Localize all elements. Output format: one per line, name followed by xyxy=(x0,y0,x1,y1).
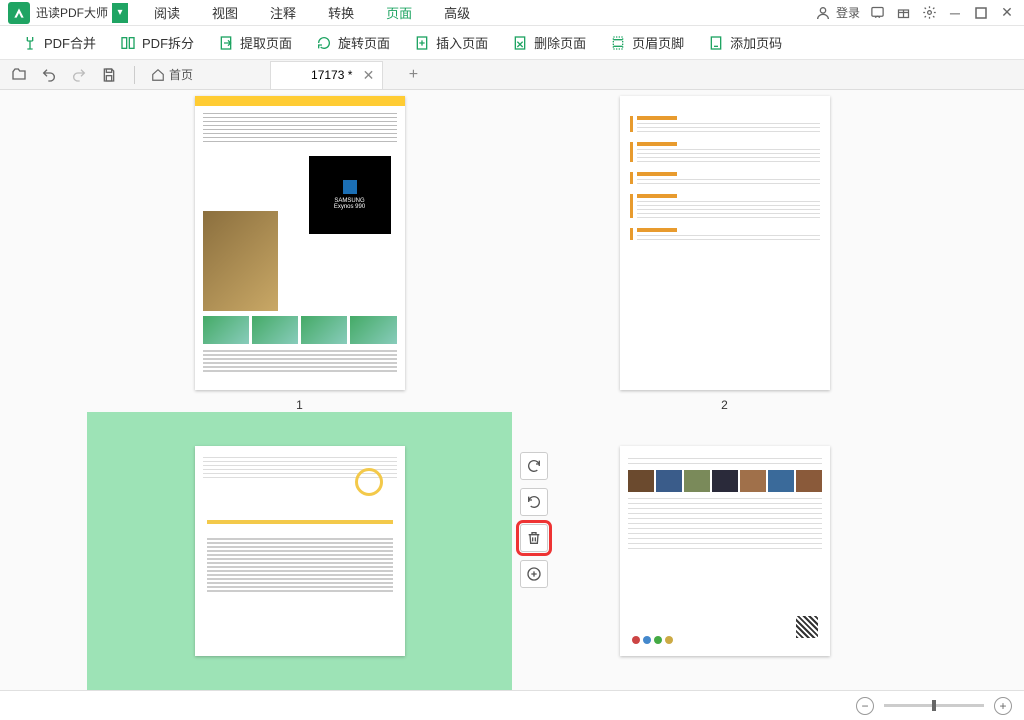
rotate-page-button[interactable]: 旋转页面 xyxy=(306,29,400,56)
app-logo xyxy=(8,2,30,24)
app-name: 迅读PDF大师 xyxy=(36,4,108,21)
user-icon xyxy=(814,4,832,22)
add-page-number-button[interactable]: 添加页码 xyxy=(698,29,792,56)
menu-tab-3[interactable]: 转换 xyxy=(312,0,370,26)
gift-icon[interactable] xyxy=(894,4,912,22)
pagenum-icon xyxy=(708,35,724,51)
thumb-label: 1 xyxy=(296,398,303,412)
close-button[interactable]: ✕ xyxy=(998,4,1016,22)
document-tab[interactable]: 17173 * ✕ xyxy=(270,61,383,89)
tab-title: 17173 * xyxy=(311,68,352,82)
menu-tab-1[interactable]: 视图 xyxy=(196,0,254,26)
headerfooter-icon xyxy=(610,35,626,51)
header-footer-button[interactable]: 页眉页脚 xyxy=(600,29,694,56)
save-icon[interactable] xyxy=(100,66,118,84)
app-dropdown[interactable]: ▾ xyxy=(112,3,128,23)
delete-page-button[interactable]: 删除页面 xyxy=(502,29,596,56)
insert-page-button[interactable]: 插入页面 xyxy=(404,29,498,56)
maximize-button[interactable] xyxy=(972,4,990,22)
settings-icon[interactable] xyxy=(920,4,938,22)
menu-tab-5[interactable]: 高级 xyxy=(428,0,486,26)
undo-icon[interactable] xyxy=(40,66,58,84)
home-button[interactable]: 首页 xyxy=(151,66,193,83)
delete-icon xyxy=(512,35,528,51)
extract-icon xyxy=(218,35,234,51)
merge-icon xyxy=(22,35,38,51)
open-file-icon[interactable] xyxy=(10,66,28,84)
menu-tab-4[interactable]: 页面 xyxy=(370,0,428,26)
add-tab-button[interactable]: + xyxy=(403,65,423,85)
menu-tab-2[interactable]: 注释 xyxy=(254,0,312,26)
tab-close-icon[interactable]: ✕ xyxy=(363,67,375,84)
page-thumbnail-workspace: SAMSUNG Exynos 990 1 xyxy=(0,90,1024,690)
thumb-label: 2 xyxy=(721,398,728,412)
pdf-split-button[interactable]: PDF拆分 xyxy=(110,29,204,56)
zoom-in-button[interactable]: + xyxy=(994,697,1012,715)
menu-tab-0[interactable]: 阅读 xyxy=(138,0,196,26)
extract-page-button[interactable]: 提取页面 xyxy=(208,29,302,56)
zoom-slider[interactable] xyxy=(884,704,984,707)
zoom-out-button[interactable]: − xyxy=(856,697,874,715)
page-thumb-2[interactable]: 2 xyxy=(512,92,937,412)
page-thumb-4[interactable] xyxy=(512,412,937,690)
page-thumb-1[interactable]: SAMSUNG Exynos 990 1 xyxy=(87,92,512,412)
minimize-button[interactable]: ─ xyxy=(946,4,964,22)
pdf-merge-button[interactable]: PDF合并 xyxy=(12,29,106,56)
redo-icon[interactable] xyxy=(70,66,88,84)
rotate-icon xyxy=(316,35,332,51)
login-button[interactable]: 登录 xyxy=(814,4,860,22)
insert-icon xyxy=(414,35,430,51)
split-icon xyxy=(120,35,136,51)
feedback-icon[interactable] xyxy=(868,4,886,22)
page-thumb-3[interactable] xyxy=(87,412,512,690)
login-label: 登录 xyxy=(836,4,860,21)
